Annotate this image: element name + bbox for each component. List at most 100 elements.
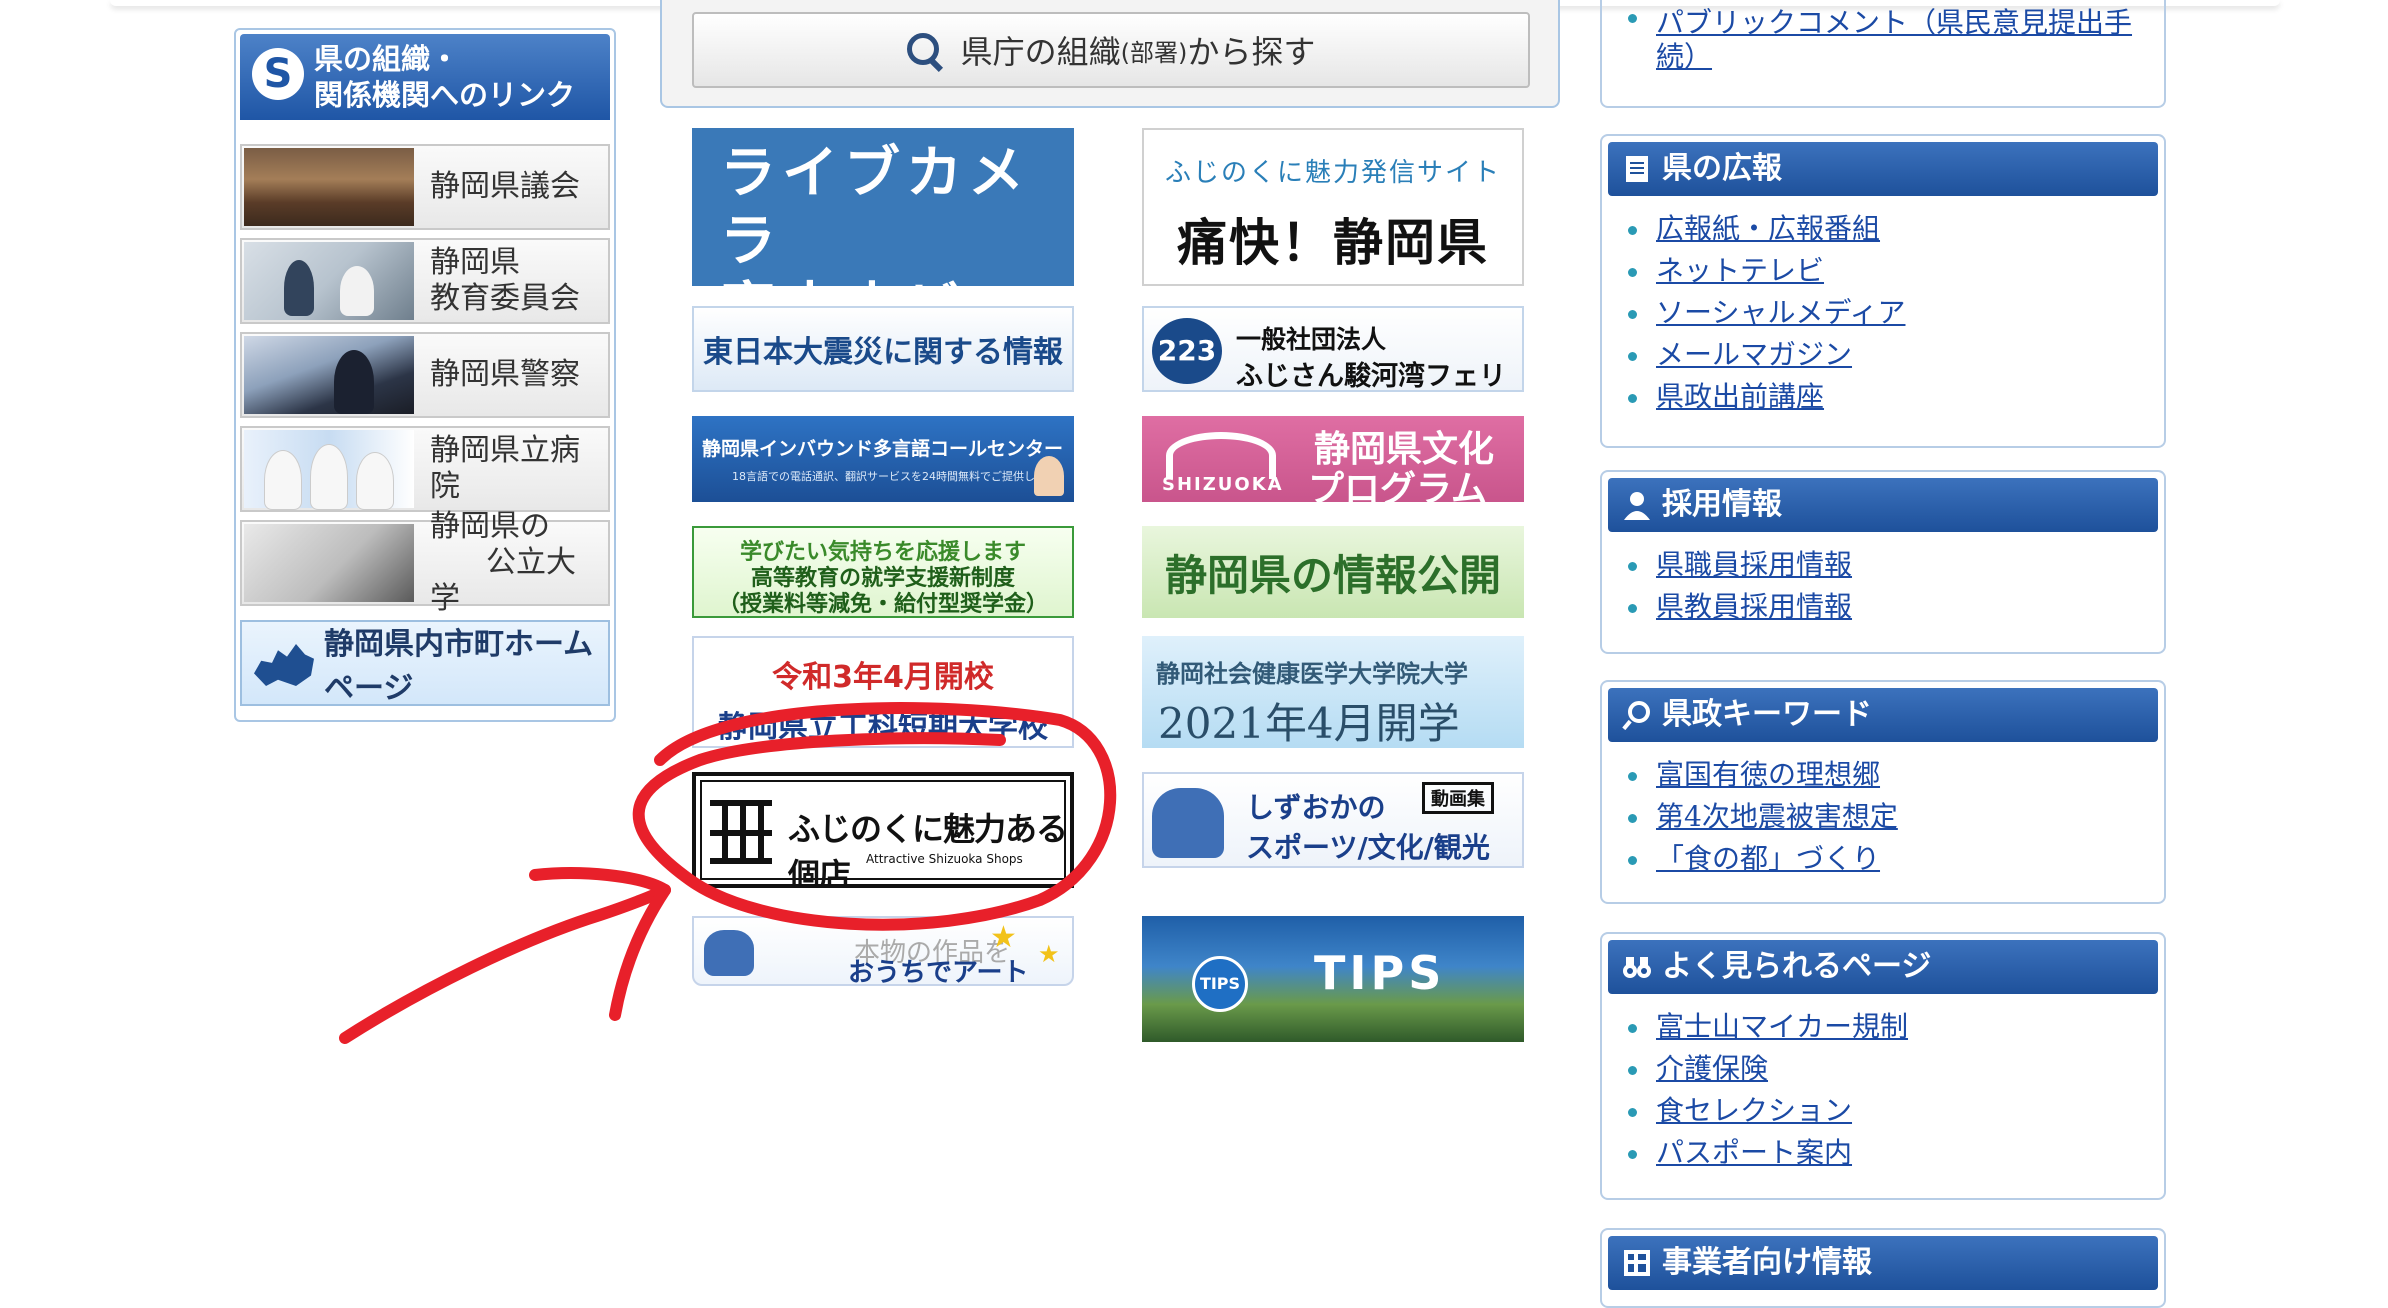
wave-logo-icon [1166, 432, 1276, 479]
list-item[interactable]: 広報紙・広報番組 [1624, 208, 1905, 250]
banner-tsukai-shizuoka[interactable]: ふじのくに魅力発信サイト 痛快！静岡県 [1142, 128, 1524, 286]
brand-label: SHIZUOKA [1162, 474, 1284, 495]
banner-title: TIPS [1314, 946, 1446, 1000]
banner-technical-college[interactable]: 令和3年4月開校 静岡県立工科短期大学校 [692, 636, 1074, 748]
banner-label: 東日本大震災に関する情報 [703, 335, 1063, 370]
section-business-info: 事業者向け情報 [1600, 1228, 2166, 1308]
list-item[interactable]: 食セレクション [1624, 1090, 1908, 1132]
banner-line2: 静岡県立工科短期大学校 [718, 710, 1048, 745]
list-item[interactable]: メールマガジン [1624, 334, 1905, 376]
link[interactable]: パスポート案内 [1656, 1136, 1852, 1169]
link-label: 静岡県立病院 [430, 433, 580, 504]
banner-subtitle: ふじのくに魅力発信サイト [1164, 158, 1501, 188]
link-s-icon: S [252, 48, 304, 100]
link[interactable]: 富士山マイカー規制 [1656, 1010, 1908, 1043]
link[interactable]: 県教員採用情報 [1656, 590, 1852, 623]
list-item[interactable]: 第4次地震被害想定 [1624, 796, 1898, 838]
list-item[interactable]: ネットテレビ [1624, 250, 1905, 292]
section-title: よく見られるページ [1662, 949, 1932, 984]
banner-line2: Attractive Shizuoka Shops [866, 852, 1023, 866]
section-public-relations: 県の広報 広報紙・広報番組 ネットテレビ ソーシャルメディア メールマガジン 県… [1600, 134, 2166, 448]
link[interactable]: ネットテレビ [1656, 254, 1824, 287]
link[interactable]: 県政出前講座 [1656, 380, 1824, 413]
link[interactable]: メールマガジン [1656, 338, 1852, 371]
banner-line2: スポーツ/文化/観光 [1246, 831, 1490, 864]
link-police[interactable]: 静岡県警察 [240, 332, 610, 418]
banner-line1: ふじのくに魅力ある個店 [788, 810, 1068, 888]
link[interactable]: 県職員採用情報 [1656, 548, 1852, 581]
link-board-of-education[interactable]: 静岡県 教育委員会 [240, 238, 610, 324]
link[interactable]: ソーシャルメディア [1656, 296, 1905, 329]
banner-earthquake-info[interactable]: 東日本大震災に関する情報 [692, 306, 1074, 392]
right-top-box: パブリックコメント（県民意見提出手 続） [1600, 0, 2166, 108]
list-item[interactable]: 県教員採用情報 [1624, 586, 1852, 628]
search-label-tail: から探す [1187, 33, 1316, 71]
university-photo [244, 524, 414, 602]
link[interactable]: 広報紙・広報番組 [1656, 212, 1880, 245]
banner-line1: 静岡社会健康医学大学院大学 [1156, 660, 1468, 688]
list-item[interactable]: 「食の都」づくり [1624, 838, 1898, 880]
public-comment-link-cont[interactable]: 続） [1656, 40, 1712, 73]
banner-home-art[interactable]: 本物の作品を おうちでアート ★ ★ [692, 916, 1074, 986]
banner-line2: 18言語での電話通訳、翻訳サービスを24時間無料でご提供します！ [732, 470, 1068, 483]
banner-line2: プログラム [1308, 469, 1487, 502]
annotation-arrow-shaft [339, 884, 671, 1044]
banner-line1: 一般社団法人 [1236, 325, 1387, 354]
link[interactable]: 介護保険 [1656, 1052, 1768, 1085]
section-keywords: 県政キーワード 富国有徳の理想郷 第4次地震被害想定 「食の都」づくり [1600, 680, 2166, 904]
star-icon: ★ [1038, 940, 1060, 968]
section-recruitment: 採用情報 県職員採用情報 県教員採用情報 [1600, 470, 2166, 654]
banner-line2: ふじさん駿河湾フェリー [1236, 361, 1506, 392]
list-item[interactable]: パスポート案内 [1624, 1132, 1908, 1174]
operator-figure [1034, 456, 1064, 496]
link-hospital[interactable]: 静岡県立病院 [240, 426, 610, 512]
banner-tips-app[interactable]: TIPS TIPS [1142, 916, 1524, 1042]
link-label: 静岡県 教育委員会 [430, 245, 580, 316]
banner-line1: 学びたい気持ちを応援します [739, 540, 1026, 565]
link[interactable]: 食セレクション [1656, 1094, 1852, 1127]
banner-call-center[interactable]: 静岡県インバウンド多言語コールセンター 18言語での電話通訳、翻訳サービスを24… [692, 416, 1074, 502]
education-photo [244, 242, 414, 320]
app-badge: TIPS [1192, 956, 1248, 1012]
section-header: 事業者向け情報 [1608, 1236, 2158, 1290]
link[interactable]: 第4次地震被害想定 [1656, 800, 1898, 833]
link-municipalities[interactable]: 静岡県内市町ホームページ [240, 620, 610, 706]
banner-medical-graduate-university[interactable]: 静岡社会健康医学大学院大学 2021年4月開学 [1142, 636, 1524, 748]
banner-line2: おうちでアート [848, 958, 1029, 986]
section-header: 県政キーワード [1608, 688, 2158, 742]
banner-line2: 富士山ビュー [720, 276, 1074, 286]
banner-live-camera[interactable]: ライブカメラ 富士山ビュー [692, 128, 1074, 286]
shizuoka-map-icon [254, 644, 314, 686]
assembly-photo [244, 148, 414, 226]
banner-attractive-shops[interactable]: ふじのくに魅力ある個店 Attractive Shizuoka Shops [692, 772, 1074, 888]
list-item[interactable]: 富士山マイカー規制 [1624, 1006, 1908, 1048]
public-comment-link[interactable]: パブリックコメント（県民意見提出手 [1656, 6, 2132, 39]
link[interactable]: 「食の都」づくり [1656, 842, 1880, 875]
banner-line1: しずおかの [1246, 791, 1386, 824]
section-title: 県の広報 [1662, 151, 1782, 186]
banner-ferry[interactable]: 223 一般社団法人 ふじさん駿河湾フェリー [1142, 306, 1524, 392]
banner-sports-culture-tourism[interactable]: しずおかの 動画集 スポーツ/文化/観光 [1142, 772, 1524, 868]
banner-line1: 静岡県インバウンド多言語コールセンター [702, 438, 1064, 460]
list-item[interactable]: 県職員採用情報 [1624, 544, 1852, 586]
link-public-university[interactable]: 静岡県の 公立大学 [240, 509, 610, 616]
link-label: 静岡県の 公立大学 [430, 509, 576, 616]
section-title: 採用情報 [1662, 487, 1782, 522]
banner-study-support[interactable]: 学びたい気持ちを応援します 高等教育の就学支援新制度 （授業料等減免・給付型奨学… [692, 526, 1074, 618]
banner-information-disclosure[interactable]: 静岡県の情報公開 [1142, 526, 1524, 618]
banner-label: 静岡県の情報公開 [1164, 550, 1501, 600]
banner-title: 痛快！静岡県 [1177, 214, 1489, 272]
link[interactable]: 富国有徳の理想郷 [1656, 758, 1880, 791]
search-by-organization-button[interactable]: 県庁の組織 (部署) から探す [692, 12, 1530, 88]
document-icon [1626, 156, 1648, 182]
list-item[interactable]: 県政出前講座 [1624, 376, 1905, 418]
heading-line2: 関係機関へのリンク [314, 78, 576, 112]
section-header: 県の広報 [1608, 142, 2158, 196]
list-item[interactable]: 富国有徳の理想郷 [1624, 754, 1898, 796]
list-item[interactable]: 介護保険 [1624, 1048, 1908, 1090]
org-links-heading: S 県の組織・ 関係機関へのリンク [240, 34, 610, 120]
list-item[interactable]: ソーシャルメディア [1624, 292, 1905, 334]
link-prefectural-assembly[interactable]: 静岡県議会 [240, 144, 610, 230]
banner-culture-program[interactable]: SHIZUOKA 静岡県文化 プログラム [1142, 416, 1524, 502]
search-icon [906, 33, 943, 73]
